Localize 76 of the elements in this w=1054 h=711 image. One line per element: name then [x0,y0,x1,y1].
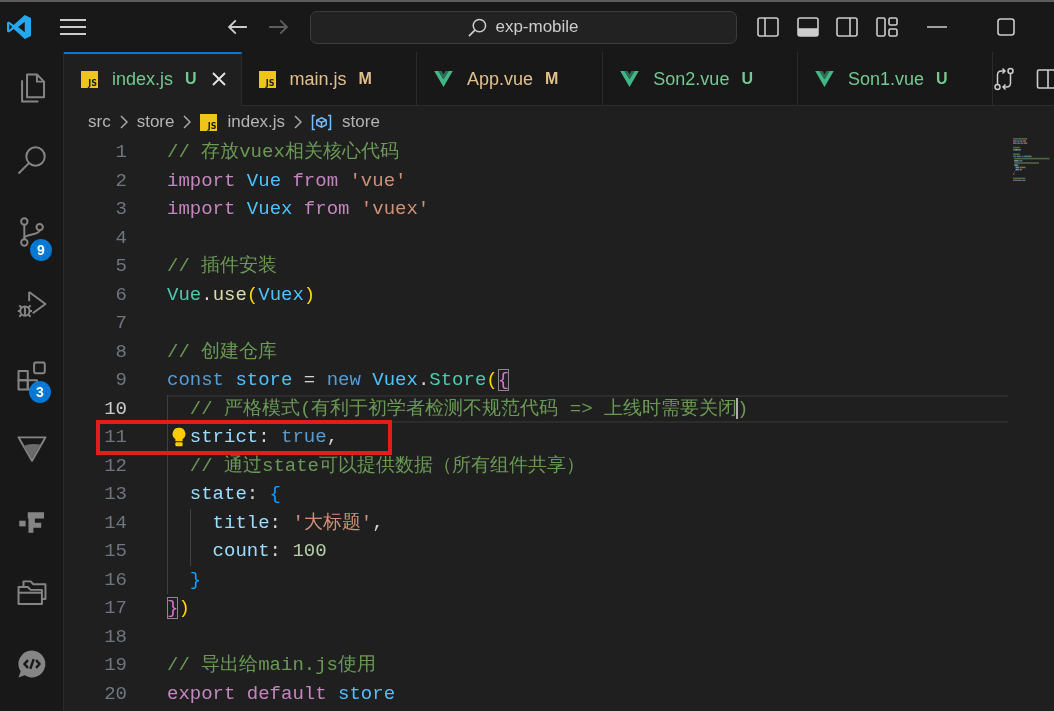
breadcrumb-item[interactable]: store [311,112,380,132]
line-number: 2 [114,169,127,192]
minimap-drawing [1013,138,1050,182]
line-number: 17 [103,597,127,620]
code-line: count: 100 [212,540,327,563]
line-number: 14 [103,511,127,534]
chevron-right-icon [119,115,128,129]
arrow-left-icon[interactable] [228,19,248,35]
code-line: } [189,568,202,591]
split-editor-icon[interactable] [1035,68,1054,90]
right-sidebar-toggle-icon[interactable] [836,17,858,37]
code-line: }) [167,597,190,620]
code-line: import Vuex from 'vuex' [167,198,430,221]
code-line: import Vue from 'vue' [167,169,407,192]
git-status: U [185,70,197,88]
line-number: 10 [103,397,127,420]
code-line: title: '大标题', [212,511,384,534]
line-number: 8 [114,340,127,363]
compare-icon[interactable] [992,67,1015,91]
vue-file-icon [814,71,834,87]
line-number: 19 [103,654,127,677]
count-badge: 9 [30,239,52,261]
line-number: 12 [103,454,127,477]
count-badge: 3 [29,381,51,403]
code-line: // 导出给main.js使用 [167,654,377,677]
line-number: 15 [103,540,127,563]
chevron-right-icon [183,115,192,129]
git-status: U [936,70,948,88]
close-icon [211,72,226,86]
breadcrumb-item[interactable]: JS index.js [200,112,286,132]
line-number: 4 [114,226,127,249]
code-line: // 创建仓库 [167,340,278,363]
code-line: // 插件安装 [167,255,278,278]
code-line: state: { [189,483,282,506]
line-number: 9 [114,369,127,392]
lightbulb-icon[interactable] [172,427,186,447]
breadcrumb-item[interactable]: store [136,112,175,132]
line-number: 1 [114,141,127,164]
branch-icon[interactable] [19,217,44,247]
line-number: 7 [114,312,127,335]
app-logo [7,15,31,39]
menu-icon[interactable] [60,18,86,36]
code-line: // 通过state可以提供数据（所有组件共享） [189,454,585,477]
git-status: M [358,70,372,88]
code-line: export default store [167,682,396,705]
line-number: 3 [114,198,127,221]
js-file-icon: JS [200,113,218,131]
line-number: 13 [103,483,127,506]
line-number: 18 [103,625,127,648]
command-center[interactable]: exp-mobile [310,10,737,44]
minimize-icon[interactable] [926,26,947,28]
customize-layout-icon[interactable] [875,17,898,37]
code-line: // 存放vuex相关核心代码 [167,141,399,164]
line-number: 11 [103,426,127,449]
line-number: 20 [103,682,127,705]
code-line: // 严格模式(有利于初学者检测不规范代码 => 上线时需要关闭) [189,397,749,420]
js-file-icon: JS [81,70,98,88]
maximize-icon[interactable] [996,18,1015,36]
git-status: U [741,70,753,88]
line-number: 6 [114,283,127,306]
code-line: strict: true, [189,426,339,449]
js-file-icon: JS [258,70,276,88]
vue-file-icon [433,71,453,87]
vue-file-icon [620,71,640,87]
search-icon [468,17,488,37]
editor-tab[interactable]: JS index.js U [64,52,242,106]
breadcrumb-item[interactable]: src [88,112,111,132]
line-number: 5 [114,255,127,278]
line-number: 16 [103,568,127,591]
code-line: const store = new Vuex.Store({ [167,369,510,392]
left-sidebar-toggle-icon[interactable] [757,17,779,37]
git-status: M [545,70,559,88]
bottom-panel-toggle-icon[interactable] [796,17,819,37]
bracketed-cube-icon [311,113,333,131]
chevron-right-icon [294,115,303,129]
code-line: Vue.use(Vuex) [167,283,316,306]
